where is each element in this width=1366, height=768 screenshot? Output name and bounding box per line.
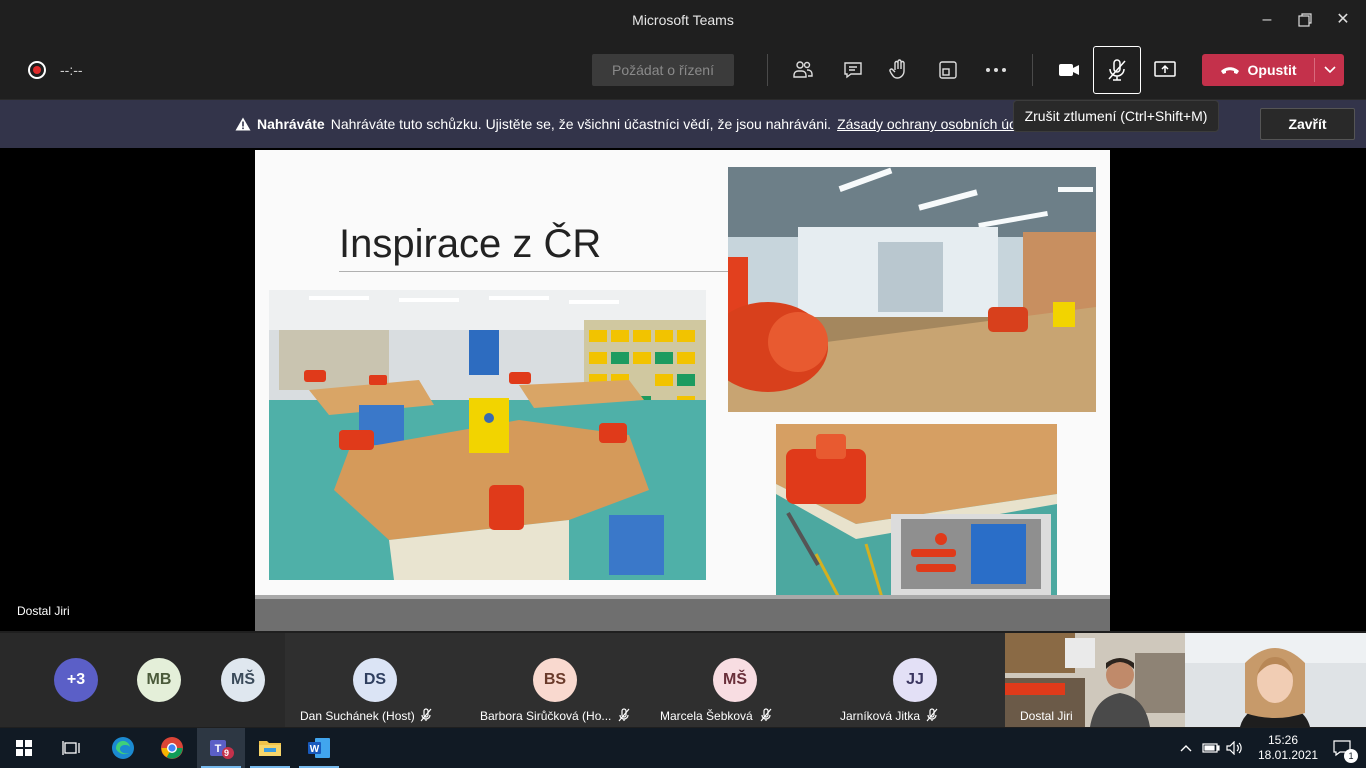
mic-off-icon	[618, 708, 630, 722]
chat-icon[interactable]	[837, 54, 869, 86]
mic-off-icon	[1108, 59, 1126, 81]
recording-icon	[28, 61, 46, 79]
participant-tile[interactable]: DS Dan Suchánek (Host)	[285, 633, 465, 727]
participant-avatar: DS	[353, 658, 397, 702]
minimize-icon[interactable]: –	[1252, 8, 1282, 32]
mic-muted-button[interactable]	[1093, 46, 1141, 94]
self-video-tile[interactable]	[1185, 633, 1366, 727]
leave-main[interactable]: Opustit	[1202, 54, 1314, 86]
banner-text: Nahráváte tuto schůzku. Ujistěte se, že …	[330, 116, 832, 132]
breakout-rooms-icon[interactable]	[932, 54, 964, 86]
share-screen-icon[interactable]	[1149, 54, 1181, 86]
toolbar-divider	[767, 54, 768, 86]
volume-icon[interactable]	[1224, 728, 1246, 768]
workshop-photo-left	[269, 290, 706, 580]
window-title: Microsoft Teams	[632, 12, 734, 28]
participant-tile[interactable]: BS Barbora Sirůčková (Ho...	[465, 633, 645, 727]
system-clock[interactable]: 15:26 18.01.2021	[1258, 733, 1319, 763]
participant-name: Jarníková Jitka	[840, 709, 921, 723]
slide-title-underline	[339, 271, 729, 272]
teams-badge: 9	[224, 748, 230, 758]
shared-content-stage: Inspirace z ČR Dostal Jiri	[0, 148, 1366, 631]
mic-off-icon	[926, 708, 938, 722]
clock-date: 18.01.2021	[1258, 748, 1319, 762]
chrome-icon[interactable]	[148, 728, 196, 768]
slide-title: Inspirace z ČR	[339, 222, 602, 266]
task-view-icon[interactable]	[48, 728, 96, 768]
participant-name: Dan Suchánek (Host)	[300, 709, 415, 723]
close-banner-button[interactable]: Zavřít	[1260, 108, 1355, 140]
camera-icon[interactable]	[1053, 54, 1085, 86]
close-window-icon[interactable]: ✕	[1328, 8, 1358, 32]
restore-icon[interactable]	[1290, 8, 1320, 32]
windows-start-icon[interactable]	[0, 728, 48, 768]
unmute-tooltip: Zrušit ztlumení (Ctrl+Shift+M)	[1013, 100, 1219, 132]
edge-icon[interactable]	[99, 728, 147, 768]
leave-label: Opustit	[1247, 62, 1297, 78]
svg-text:T: T	[215, 743, 222, 755]
raise-hand-icon[interactable]	[883, 54, 915, 86]
leave-button[interactable]: Opustit	[1202, 54, 1344, 86]
teams-taskbar-icon[interactable]: T 9	[197, 728, 245, 768]
word-icon[interactable]: W	[295, 728, 343, 768]
banner-message-row: Nahráváte Nahráváte tuto schůzku. Ujistě…	[235, 116, 1036, 132]
participant-name: Barbora Sirůčková (Ho...	[480, 709, 612, 723]
more-options-icon[interactable]	[980, 54, 1012, 86]
participant-tile[interactable]: JJ Jarníková Jitka	[825, 633, 1005, 727]
participant-avatar[interactable]: MŠ	[221, 658, 265, 702]
participant-avatar: JJ	[893, 658, 937, 702]
notifications-count: 1	[1344, 749, 1358, 763]
svg-text:W: W	[310, 744, 320, 755]
privacy-policy-link[interactable]: Zásady ochrany osobních údajů	[837, 116, 1035, 132]
file-explorer-icon[interactable]	[246, 728, 294, 768]
overflow-participants-button[interactable]: +3	[54, 658, 98, 702]
participant-name: Marcela Šebková	[660, 709, 753, 723]
participant-avatar[interactable]: MB	[137, 658, 181, 702]
participant-video-tile[interactable]: Dostal Jiri	[1005, 633, 1185, 727]
slide-footer-band	[255, 595, 1110, 631]
mic-off-icon	[420, 708, 432, 722]
presentation-slide: Inspirace z ČR	[255, 150, 1110, 631]
participant-avatar: BS	[533, 658, 577, 702]
vise-drawer-photo	[776, 424, 1057, 611]
mic-off-icon	[760, 708, 772, 722]
teams-window: Microsoft Teams – ✕ --:-- Požádat o říze…	[0, 0, 1366, 768]
clock-time: 15:26	[1267, 733, 1299, 747]
meeting-toolbar: --:-- Požádat o řízení Opustit	[0, 40, 1366, 100]
title-bar: Microsoft Teams – ✕	[0, 0, 1366, 40]
participant-tile[interactable]: MŠ Marcela Šebková	[645, 633, 825, 727]
request-control-button[interactable]: Požádat o řízení	[592, 54, 734, 86]
warning-icon	[235, 117, 251, 131]
windows-taskbar: T 9 W 15:26 18.01.2021 1	[0, 728, 1366, 768]
presenter-name: Dostal Jiri	[17, 604, 70, 618]
participant-avatar: MŠ	[713, 658, 757, 702]
battery-icon[interactable]	[1200, 728, 1222, 768]
classroom-photo-right	[728, 167, 1096, 412]
toolbar-divider	[1032, 54, 1033, 86]
participants-icon[interactable]	[787, 54, 819, 86]
meeting-timer: --:--	[60, 62, 83, 78]
participant-name: Dostal Jiri	[1020, 709, 1073, 723]
participant-strip: +3 MB MŠ DS Dan Suchánek (Host) BS Barbo…	[0, 633, 1366, 727]
hang-up-icon	[1220, 67, 1239, 74]
chevron-up-icon[interactable]	[1174, 728, 1198, 768]
banner-label: Nahráváte	[257, 116, 325, 132]
notifications-icon[interactable]: 1	[1318, 728, 1366, 768]
chevron-down-icon[interactable]	[1315, 54, 1344, 86]
